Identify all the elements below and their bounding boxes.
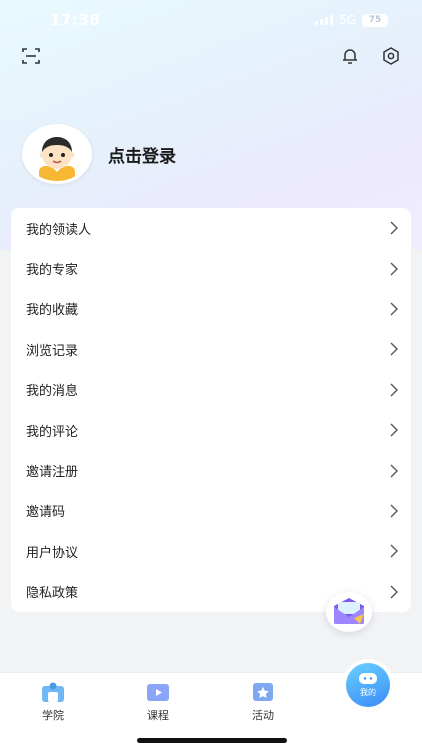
scan-icon[interactable] [17,42,45,70]
status-bar: 17:38 5G 75 [0,0,422,40]
chevron-right-icon [390,383,398,397]
tab-label: 课程 [147,709,169,722]
menu-item-comments[interactable]: 我的评论 [11,410,411,450]
chevron-right-icon [390,464,398,478]
profile-section[interactable]: 点击登录 [22,124,176,184]
battery-icon: 75 [362,13,388,27]
chevron-right-icon [390,221,398,235]
tab-label: 我的 [360,688,376,697]
settings-hex-icon[interactable] [377,42,405,70]
menu-item-label: 我的评论 [26,424,79,440]
menu-item-label: 隐私政策 [26,586,79,602]
menu-item-history[interactable]: 浏览记录 [11,329,411,369]
menu-item-invite-register[interactable]: 邀请注册 [11,450,411,490]
menu-item-my-readers[interactable]: 我的领读人 [11,208,411,248]
menu-item-label: 用户协议 [26,545,79,561]
home-indicator [137,738,287,743]
avatar[interactable] [22,124,92,184]
menu-item-label: 我的收藏 [26,303,79,319]
chevron-right-icon [390,302,398,316]
menu-item-user-agreement[interactable]: 用户协议 [11,531,411,571]
menu-item-invite-code[interactable]: 邀请码 [11,491,411,531]
menu-item-my-experts[interactable]: 我的专家 [11,248,411,288]
tab-mine[interactable]: 我的 [346,663,390,707]
tab-academy[interactable]: 学院 [18,681,88,723]
chevron-right-icon [390,585,398,599]
academy-icon [42,682,64,702]
envelope-icon [334,598,364,624]
chevron-right-icon [390,423,398,437]
status-time: 17:38 [50,11,101,29]
menu-item-label: 邀请码 [26,505,66,521]
chevron-right-icon [390,504,398,518]
menu-item-label: 浏览记录 [26,343,79,359]
tab-activities[interactable]: 活动 [228,681,298,723]
header-toolbar [0,40,422,72]
activity-star-icon [253,683,273,701]
chevron-right-icon [390,342,398,356]
chat-bubble-icon [359,673,377,684]
menu-item-label: 我的领读人 [26,222,92,238]
login-link[interactable]: 点击登录 [108,142,176,167]
menu-item-label: 邀请注册 [26,465,79,481]
chevron-right-icon [390,544,398,558]
menu-list: 我的领读人 我的专家 我的收藏 浏览记录 我的消息 我的评论 邀请注册 邀请码 … [11,208,411,612]
video-play-icon [147,684,169,701]
signal-icon [315,15,334,25]
menu-item-messages[interactable]: 我的消息 [11,370,411,410]
floating-envelope-button[interactable] [326,592,372,632]
tab-courses[interactable]: 课程 [123,681,193,723]
tab-label: 学院 [42,709,64,722]
network-type: 5G [339,13,356,27]
status-indicators: 5G 75 [315,13,388,27]
tab-label: 活动 [252,709,274,722]
menu-item-favorites[interactable]: 我的收藏 [11,289,411,329]
menu-item-label: 我的专家 [26,263,79,279]
bell-icon[interactable] [336,42,364,70]
chevron-right-icon [390,262,398,276]
menu-item-label: 我的消息 [26,384,79,400]
